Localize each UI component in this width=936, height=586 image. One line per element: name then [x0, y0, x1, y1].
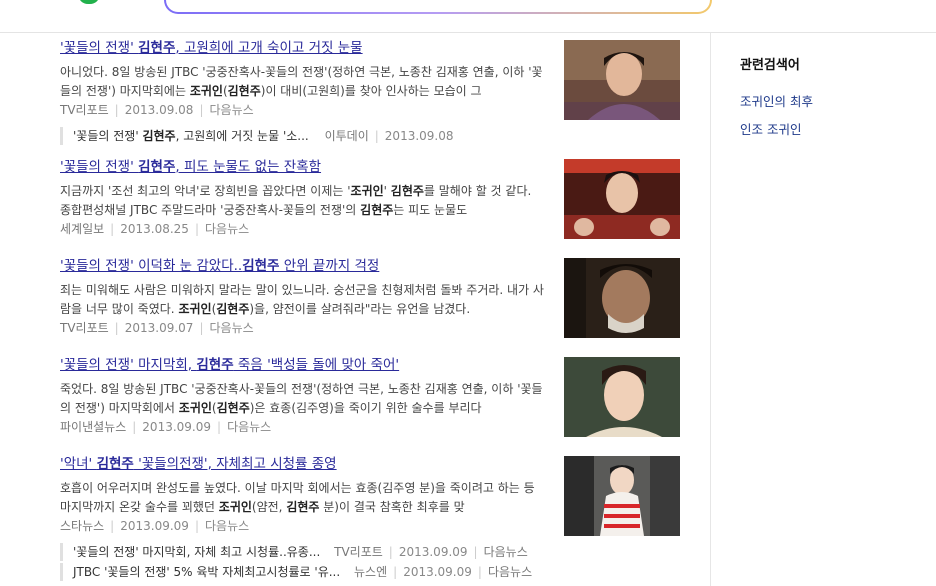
news-date: 2013.09.08 [124, 103, 194, 117]
portrait-image-icon [564, 258, 680, 338]
title-text: '꽃들의 전쟁' [60, 40, 139, 56]
news-source[interactable]: TV리포트 [60, 103, 109, 117]
news-thumbnail[interactable] [564, 456, 680, 536]
news-item: '꽃들의 전쟁' 김현주, 피도 눈물도 없는 잔혹함 지금까지 '조선 최고의… [60, 157, 700, 256]
news-source[interactable]: 파이낸셜뉴스 [60, 420, 126, 434]
news-snippet: 아니었다. 8일 방송된 JTBC '궁중잔혹사-꽃들의 전쟁'(정하연 극본,… [60, 65, 543, 98]
news-thumbnail[interactable] [564, 159, 680, 239]
news-date: 2013.09.09 [120, 519, 189, 533]
news-date: 2013.09.09 [142, 420, 212, 434]
news-item: '꽃들의 전쟁' 이덕화 눈 감았다..김현주 안위 끝까지 걱정 죄는 미워해… [60, 256, 700, 355]
news-snippet: 지금까지 '조선 최고의 악녀'로 장희빈을 꼽았다면 이제는 '조귀인' 김현… [60, 184, 532, 217]
related-article[interactable]: '꽃들의 전쟁' 김현주, 고원희에 거짓 눈물 '소... 이투데이 | 2013… [60, 127, 543, 145]
news-date: 2013.08.25 [120, 222, 189, 236]
daum-news-link[interactable]: 다음뉴스 [205, 222, 249, 236]
news-title-link[interactable]: '꽃들의 전쟁' 김현주, 피도 눈물도 없는 잔혹함 [60, 157, 550, 177]
news-snippet: 죽었다. 8일 방송된 JTBC '궁중잔혹사-꽃들의 전쟁'(정하연 극본, … [60, 382, 543, 415]
title-text: , 고원희에 고개 숙이고 거짓 눈물 [175, 40, 363, 56]
news-item: '악녀' 김현주 '꽃들의전쟁', 자체최고 시청률 종영 호흡이 어우러지며 … [60, 454, 700, 581]
news-title-link[interactable]: '악녀' 김현주 '꽃들의전쟁', 자체최고 시청률 종영 [60, 454, 550, 474]
title-highlight: 김현주 [138, 40, 176, 56]
daum-news-link[interactable]: 다음뉴스 [209, 103, 253, 117]
daum-news-link[interactable]: 다음뉴스 [209, 321, 253, 335]
news-source[interactable]: 스타뉴스 [60, 519, 104, 533]
related-date: 2013.09.08 [384, 129, 454, 143]
news-item: '꽃들의 전쟁' 마지막회, 김현주 죽음 '백성들 돌에 맞아 죽어' 죽었다… [60, 355, 700, 454]
news-date: 2013.09.07 [124, 321, 194, 335]
news-thumbnail[interactable] [564, 40, 680, 120]
search-results: '꽃들의 전쟁' 김현주, 고원희에 고개 숙이고 거짓 눈물 아니었다. 8일… [60, 38, 700, 581]
news-title-link[interactable]: '꽃들의 전쟁' 마지막회, 김현주 죽음 '백성들 돌에 맞아 죽어' [60, 355, 550, 375]
portrait-image-icon [564, 159, 680, 239]
related-article[interactable]: JTBC '꽃들의 전쟁' 5% 육박 자체최고시청률로 '유... 뉴스엔 | 2… [60, 563, 543, 581]
news-thumbnail[interactable] [564, 258, 680, 338]
daum-news-link[interactable]: 다음뉴스 [205, 519, 249, 533]
portrait-image-icon [564, 40, 680, 120]
news-thumbnail[interactable] [564, 357, 680, 437]
news-title-link[interactable]: '꽃들의 전쟁' 이덕화 눈 감았다..김현주 안위 끝까지 걱정 [60, 256, 550, 276]
logo-icon[interactable] [78, 0, 100, 4]
related-search-link[interactable]: 조귀인의 최후 [740, 88, 813, 116]
news-snippet: 호흡이 어우러지며 완성도를 높였다. 이날 마지막 회에서는 효종(김주영 분… [60, 481, 535, 514]
related-search-link[interactable]: 인조 조귀인 [740, 116, 813, 144]
column-divider [710, 33, 711, 586]
news-source[interactable]: TV리포트 [60, 321, 109, 335]
search-box[interactable] [164, 0, 712, 14]
top-bar [0, 0, 936, 33]
related-searches: 관련검색어 조귀인의 최후 인조 조귀인 [740, 56, 813, 144]
related-searches-heading: 관련검색어 [740, 58, 800, 73]
news-snippet: 죄는 미워해도 사람은 미워하지 말라는 말이 있느니라. 숭선군을 친형제처럼… [60, 283, 544, 316]
portrait-image-icon [564, 357, 680, 437]
daum-news-link[interactable]: 다음뉴스 [227, 420, 271, 434]
portrait-image-icon [564, 456, 680, 536]
related-article[interactable]: '꽃들의 전쟁' 마지막회, 자체 최고 시청률..유종... TV리포트 | 20… [60, 543, 543, 561]
news-source[interactable]: 세계일보 [60, 222, 104, 236]
news-title-link[interactable]: '꽃들의 전쟁' 김현주, 고원희에 고개 숙이고 거짓 눈물 [60, 38, 550, 58]
news-item: '꽃들의 전쟁' 김현주, 고원희에 고개 숙이고 거짓 눈물 아니었다. 8일… [60, 38, 700, 145]
related-source[interactable]: 이투데이 [325, 129, 369, 143]
